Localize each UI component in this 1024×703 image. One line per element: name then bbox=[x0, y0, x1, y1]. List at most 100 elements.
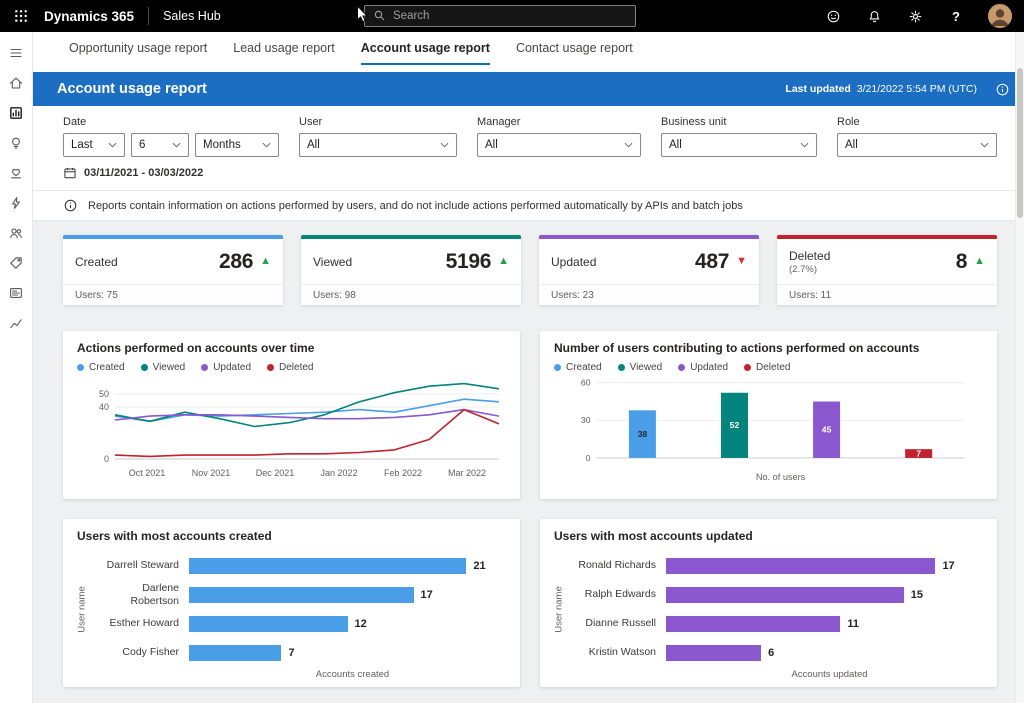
tab-account-usage-report[interactable]: Account usage report bbox=[361, 32, 490, 65]
legend-label: Viewed bbox=[630, 362, 663, 373]
info-icon[interactable] bbox=[995, 82, 1010, 97]
bar-category-label: Cody Fisher bbox=[93, 646, 189, 658]
tab-lead-usage-report[interactable]: Lead usage report bbox=[233, 32, 334, 65]
legend-item[interactable]: Updated bbox=[201, 362, 251, 373]
account-avatar[interactable] bbox=[988, 4, 1012, 28]
date-unit-select[interactable]: Months bbox=[195, 133, 279, 157]
y-tick-label: 40 bbox=[99, 402, 109, 412]
filter-role: Role All bbox=[837, 116, 997, 157]
search-input[interactable] bbox=[393, 10, 627, 22]
bar[interactable] bbox=[666, 558, 935, 574]
legend-item[interactable]: Viewed bbox=[618, 362, 663, 373]
user-select[interactable]: All bbox=[299, 133, 457, 157]
relationship-icon[interactable] bbox=[0, 158, 33, 188]
bar-value-label: 17 bbox=[421, 589, 433, 601]
tab-opportunity-usage-report[interactable]: Opportunity usage report bbox=[69, 32, 207, 65]
area-title[interactable]: Sales Hub bbox=[163, 9, 221, 23]
bar-value-label: 11 bbox=[847, 618, 859, 630]
legend-item[interactable]: Deleted bbox=[267, 362, 313, 373]
hbar-rows: Ronald Richards17Ralph Edwards15Dianne R… bbox=[570, 551, 983, 667]
trend-up-icon: ▲ bbox=[498, 256, 509, 267]
sales-accelerator-icon[interactable] bbox=[0, 188, 33, 218]
chart-title: Users with most accounts updated bbox=[554, 529, 983, 543]
kpi-users: Users: 75 bbox=[63, 284, 283, 305]
kpi-label: Deleted bbox=[789, 249, 830, 263]
line-chart-card: Actions performed on accounts over time … bbox=[63, 331, 520, 499]
y-axis-title: User name bbox=[75, 551, 89, 667]
last-updated-value: 3/21/2022 5:54 PM (UTC) bbox=[857, 83, 977, 95]
series-line-viewed[interactable] bbox=[115, 384, 499, 427]
filter-date-label: Date bbox=[63, 116, 279, 128]
chevron-down-icon bbox=[440, 139, 449, 151]
notifications-icon[interactable] bbox=[865, 7, 883, 25]
contacts-icon[interactable] bbox=[0, 218, 33, 248]
worklist-icon[interactable] bbox=[0, 278, 33, 308]
kpi-users: Users: 23 bbox=[539, 284, 759, 305]
date-count-select[interactable]: 6 bbox=[131, 133, 189, 157]
date-mode-select[interactable]: Last bbox=[63, 133, 125, 157]
bar-value-label: 45 bbox=[822, 425, 832, 435]
trend-up-icon: ▲ bbox=[260, 256, 271, 267]
kpi-card-updated: Updated 487 ▼ Users: 23 bbox=[539, 235, 759, 305]
legend-dot bbox=[744, 364, 751, 371]
role-select[interactable]: All bbox=[837, 133, 997, 157]
bar[interactable] bbox=[666, 645, 761, 661]
bar-row: Darlene Robertson17 bbox=[93, 580, 506, 609]
chevron-down-icon bbox=[172, 139, 181, 151]
bar[interactable] bbox=[666, 587, 904, 603]
search-box[interactable] bbox=[364, 5, 636, 27]
chevron-down-icon bbox=[108, 139, 117, 151]
legend-item[interactable]: Viewed bbox=[141, 362, 186, 373]
feedback-icon[interactable] bbox=[824, 7, 842, 25]
bar-track: 6 bbox=[666, 645, 983, 661]
legend-dot bbox=[141, 364, 148, 371]
bar[interactable] bbox=[189, 558, 466, 574]
insights-icon[interactable] bbox=[0, 128, 33, 158]
legend-item[interactable]: Updated bbox=[678, 362, 728, 373]
bar-value-label: 7 bbox=[288, 647, 294, 659]
y-tick-label: 0 bbox=[104, 454, 109, 464]
chart-legend: Created Viewed Updated Deleted bbox=[554, 362, 983, 373]
filter-date: Date Last 6 Months bbox=[63, 116, 279, 157]
reports-icon[interactable] bbox=[0, 98, 33, 128]
legend-label: Updated bbox=[690, 362, 728, 373]
filter-manager: Manager All bbox=[477, 116, 641, 157]
x-axis-title: Accounts created bbox=[199, 669, 506, 680]
bar-value-label: 7 bbox=[916, 448, 921, 458]
kpi-sublabel: (2.7%) bbox=[789, 264, 830, 275]
x-axis-title: No. of users bbox=[756, 472, 806, 482]
tab-contact-usage-report[interactable]: Contact usage report bbox=[516, 32, 633, 65]
app-title[interactable]: Dynamics 365 bbox=[44, 9, 134, 24]
analytics-icon[interactable] bbox=[0, 308, 33, 338]
bar-row: Kristin Watson6 bbox=[570, 638, 983, 667]
vertical-scrollbar[interactable] bbox=[1015, 32, 1024, 703]
bar-row: Esther Howard12 bbox=[93, 609, 506, 638]
chart-title: Actions performed on accounts over time bbox=[77, 341, 506, 355]
bar-value-label: 52 bbox=[730, 420, 740, 430]
scrollbar-thumb[interactable] bbox=[1017, 68, 1023, 218]
info-banner: Reports contain information on actions p… bbox=[33, 190, 1024, 221]
filter-manager-label: Manager bbox=[477, 116, 641, 128]
business-unit-select[interactable]: All bbox=[661, 133, 817, 157]
manager-select[interactable]: All bbox=[477, 133, 641, 157]
bar-row: Ralph Edwards15 bbox=[570, 580, 983, 609]
series-line-updated[interactable] bbox=[115, 410, 499, 420]
home-icon[interactable] bbox=[0, 68, 33, 98]
bar[interactable] bbox=[189, 587, 414, 603]
legend-item[interactable]: Created bbox=[554, 362, 602, 373]
bar[interactable] bbox=[189, 616, 348, 632]
legend-dot bbox=[678, 364, 685, 371]
legend-item[interactable]: Created bbox=[77, 362, 125, 373]
app-launcher-icon[interactable] bbox=[8, 9, 34, 23]
line-chart: 04050Oct 2021Nov 2021Dec 2021Jan 2022Feb… bbox=[77, 375, 505, 483]
bar[interactable] bbox=[189, 645, 281, 661]
settings-icon[interactable] bbox=[906, 7, 924, 25]
site-map-toggle-icon[interactable] bbox=[0, 38, 33, 68]
legend-item[interactable]: Deleted bbox=[744, 362, 790, 373]
legend-label: Created bbox=[89, 362, 125, 373]
bar-track: 7 bbox=[189, 645, 506, 661]
bar[interactable] bbox=[666, 616, 840, 632]
filter-user: User All bbox=[299, 116, 457, 157]
products-icon[interactable] bbox=[0, 248, 33, 278]
help-icon[interactable]: ? bbox=[947, 7, 965, 25]
